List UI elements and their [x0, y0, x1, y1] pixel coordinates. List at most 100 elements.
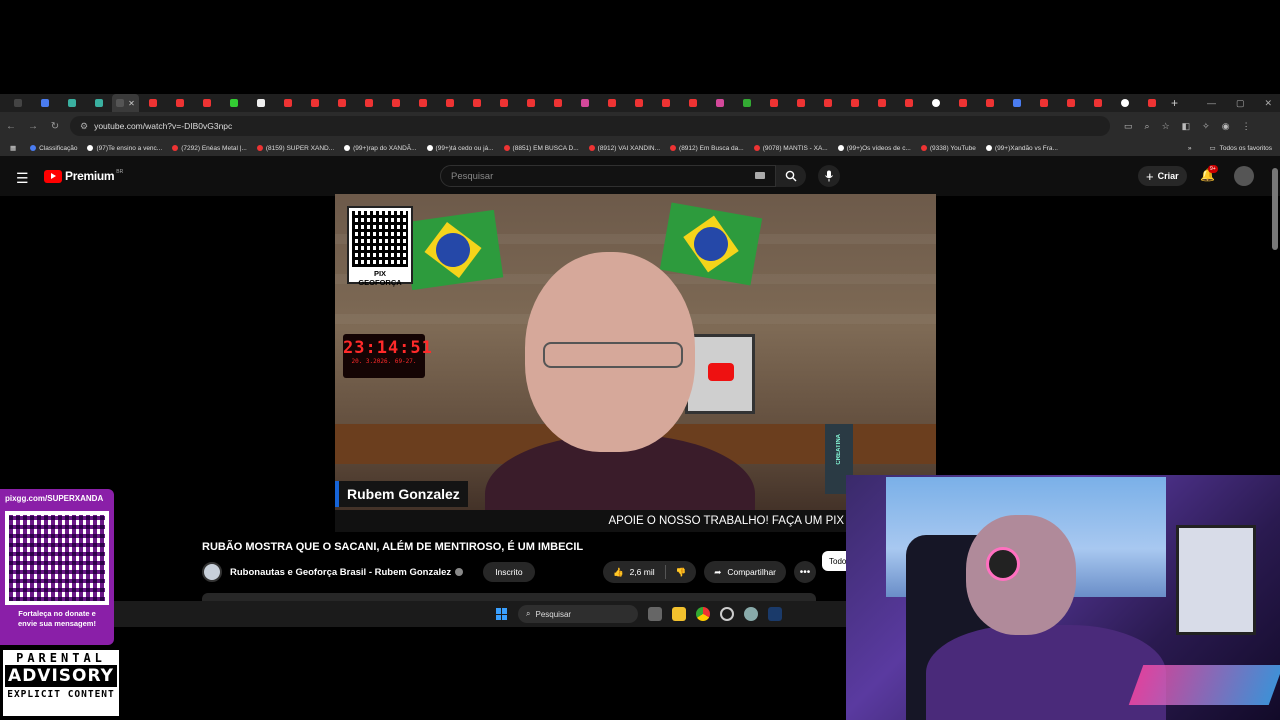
zoom-icon[interactable]: ⌕ — [1145, 121, 1150, 132]
browser-tab[interactable] — [922, 94, 949, 112]
account-avatar[interactable] — [1234, 166, 1254, 186]
browser-tab[interactable] — [355, 94, 382, 112]
browser-tab[interactable] — [247, 94, 274, 112]
address-bar[interactable]: ⚙ youtube.com/watch?v=-DIB0vG3npc — [70, 116, 1110, 136]
browser-tab[interactable] — [139, 94, 166, 112]
search-input[interactable]: Pesquisar — [440, 165, 776, 187]
apps-grid-icon[interactable]: ▦ — [10, 144, 16, 152]
notifications-bell-icon[interactable]: 🔔 9+ — [1200, 165, 1218, 182]
bookmark-item[interactable]: (99+)tá cedo ou já... — [426, 145, 494, 152]
browser-tab[interactable] — [85, 94, 112, 112]
browser-tab[interactable] — [598, 94, 625, 112]
browser-tab[interactable] — [517, 94, 544, 112]
browser-tab[interactable] — [463, 94, 490, 112]
browser-tab[interactable] — [301, 94, 328, 112]
voice-search-button[interactable] — [818, 165, 840, 187]
close-window-icon[interactable]: ✕ — [1264, 98, 1272, 109]
extensions-puzzle-icon[interactable]: ✧ — [1202, 121, 1210, 132]
browser-tab[interactable] — [274, 94, 301, 112]
settings-gear-icon[interactable] — [744, 607, 758, 621]
steam-icon[interactable] — [768, 607, 782, 621]
thumbs-down-icon[interactable]: 👎 — [676, 567, 687, 578]
create-button[interactable]: + Criar — [1138, 166, 1187, 186]
bookmark-item[interactable]: (9078) MANTIS - XA... — [753, 145, 828, 152]
description-box[interactable] — [202, 593, 816, 601]
thumbs-up-icon[interactable]: 👍 — [613, 567, 624, 578]
keyboard-icon[interactable] — [755, 172, 765, 179]
share-button[interactable]: ➦ Compartilhar — [704, 561, 786, 583]
app-icon[interactable] — [720, 607, 734, 621]
browser-tab[interactable] — [220, 94, 247, 112]
new-tab-button[interactable]: + — [1171, 96, 1178, 110]
bookmark-item[interactable]: (8851) EM BUSCA D... — [503, 145, 579, 152]
bookmark-item[interactable]: (9338) YouTube — [920, 145, 976, 152]
browser-tab[interactable] — [571, 94, 598, 112]
browser-tab[interactable] — [409, 94, 436, 112]
like-count[interactable]: 2,6 mil — [630, 567, 655, 577]
browser-tab[interactable] — [1111, 94, 1138, 112]
bookmark-item[interactable]: (8912) VAI XANDIN... — [588, 145, 660, 152]
bookmark-item[interactable]: (99+)Xandão vs Fra... — [985, 145, 1058, 152]
browser-tab[interactable] — [166, 94, 193, 112]
browser-tab[interactable] — [760, 94, 787, 112]
bookmark-item[interactable]: (99+)rap do XANDÃ... — [344, 145, 417, 152]
browser-tab[interactable] — [706, 94, 733, 112]
bookmark-item[interactable]: (99+)Os vídeos de c... — [837, 145, 911, 152]
browser-tab[interactable] — [679, 94, 706, 112]
browser-tab[interactable] — [949, 94, 976, 112]
browser-tab[interactable] — [4, 94, 31, 112]
cast-icon[interactable]: ▭ — [1124, 121, 1133, 132]
taskbar-search-input[interactable]: ⌕ Pesquisar — [518, 605, 638, 623]
minimize-icon[interactable]: — — [1207, 98, 1216, 108]
channel-avatar[interactable] — [202, 562, 222, 582]
browser-tab[interactable] — [733, 94, 760, 112]
browser-tab[interactable] — [1030, 94, 1057, 112]
browser-tab[interactable] — [436, 94, 463, 112]
site-info-icon[interactable]: ⚙ — [80, 121, 88, 132]
browser-tab[interactable] — [544, 94, 571, 112]
browser-tab[interactable] — [193, 94, 220, 112]
browser-tab[interactable] — [1138, 94, 1165, 112]
hamburger-menu-icon[interactable]: ☰ — [16, 170, 29, 187]
page-scrollbar[interactable] — [1272, 168, 1278, 250]
bookmarks-more-button[interactable]: » — [1188, 145, 1192, 152]
browser-tab[interactable] — [31, 94, 58, 112]
browser-tab[interactable] — [382, 94, 409, 112]
windows-start-icon[interactable] — [496, 608, 508, 620]
bookmark-star-icon[interactable]: ☆ — [1162, 121, 1170, 132]
channel-name[interactable]: Rubonautas e Geoforça Brasil - Rubem Gon… — [230, 567, 451, 578]
browser-tab[interactable] — [814, 94, 841, 112]
browser-tab[interactable] — [652, 94, 679, 112]
browser-tab[interactable] — [841, 94, 868, 112]
youtube-logo[interactable]: Premium BR — [44, 169, 123, 183]
browser-tab[interactable] — [895, 94, 922, 112]
browser-tab[interactable] — [868, 94, 895, 112]
menu-dots-icon[interactable]: ⋮ — [1242, 121, 1251, 132]
bookmark-item[interactable]: (8912) Em Busca da... — [670, 145, 744, 152]
more-actions-icon[interactable]: ••• — [794, 561, 816, 583]
browser-tab[interactable] — [976, 94, 1003, 112]
extension-icon[interactable]: ◧ — [1182, 121, 1191, 132]
reload-icon[interactable]: ↻ — [44, 121, 66, 132]
close-tab-icon[interactable]: ✕ — [128, 99, 135, 108]
file-explorer-icon[interactable] — [672, 607, 686, 621]
forward-icon[interactable]: → — [22, 121, 44, 132]
maximize-icon[interactable]: ▢ — [1236, 98, 1245, 109]
browser-tab[interactable] — [328, 94, 355, 112]
browser-tab[interactable] — [1084, 94, 1111, 112]
search-button[interactable] — [776, 165, 806, 187]
browser-tab[interactable] — [490, 94, 517, 112]
task-view-icon[interactable] — [648, 607, 662, 621]
all-favorites-link[interactable]: Todos os favoritos — [1220, 145, 1272, 152]
browser-tab[interactable] — [1057, 94, 1084, 112]
bookmark-item[interactable]: (8159) SUPER XAND... — [256, 145, 334, 152]
browser-tab[interactable] — [1003, 94, 1030, 112]
bookmark-item[interactable]: (7292) Enéas Metal |... — [172, 145, 247, 152]
tab-active[interactable]: ✕ — [112, 94, 139, 112]
browser-tab[interactable] — [787, 94, 814, 112]
filter-chip-all[interactable]: Todos — [822, 551, 846, 571]
chrome-icon[interactable] — [696, 607, 710, 621]
subscribe-button[interactable]: Inscrito — [483, 562, 535, 582]
profile-icon[interactable]: ◉ — [1222, 121, 1230, 132]
bookmark-item[interactable]: Classificação — [30, 145, 77, 152]
